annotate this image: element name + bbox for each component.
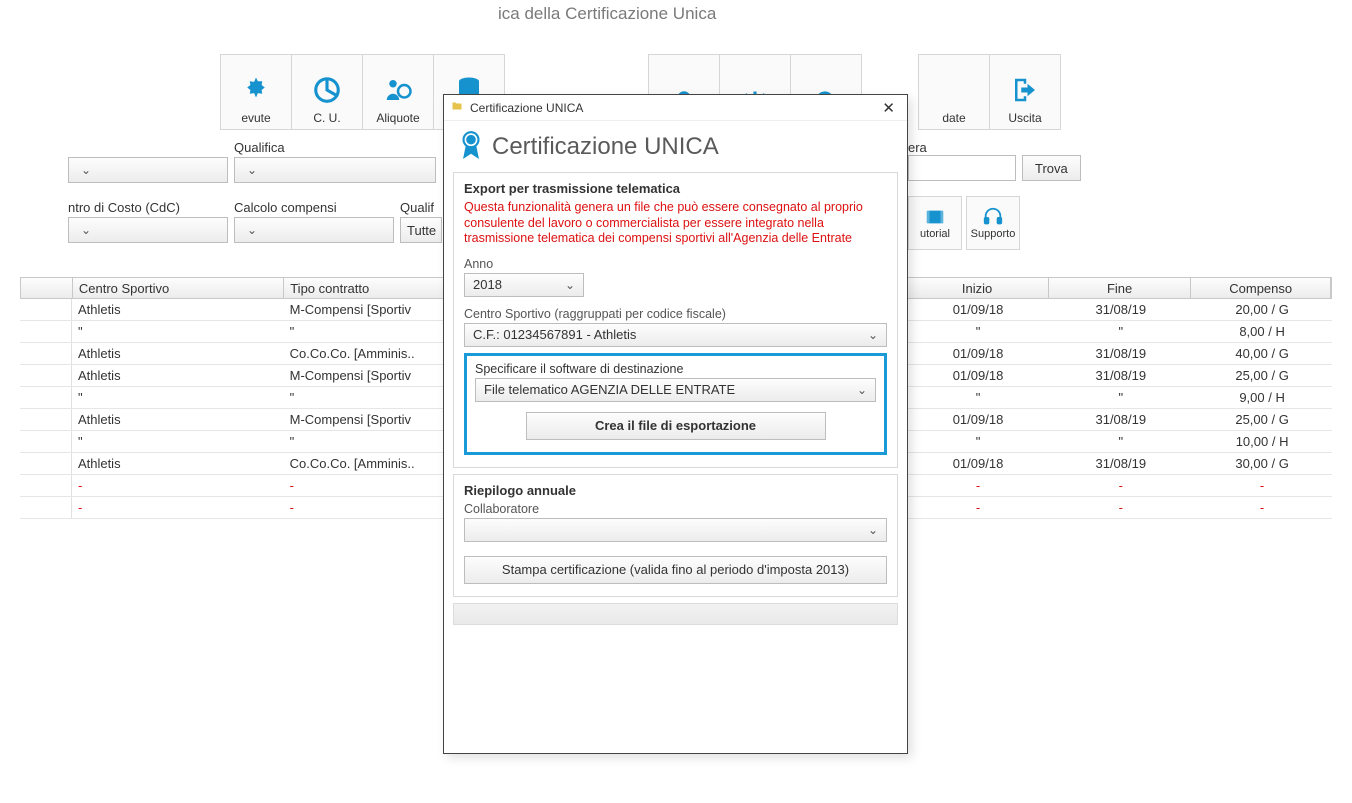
crea-file-button[interactable]: Crea il file di esportazione — [526, 412, 826, 440]
toolbar-label: date — [942, 111, 965, 125]
trova-button[interactable]: Trova — [1022, 155, 1081, 181]
col-compenso[interactable]: Compenso — [1191, 278, 1331, 298]
col-inizio[interactable]: Inizio — [906, 278, 1049, 298]
toolbar-label: evute — [241, 111, 270, 125]
modal-header: Certificazione UNICA — [444, 121, 907, 166]
riepilogo-title: Riepilogo annuale — [464, 483, 887, 498]
tutorial-button[interactable]: utorial — [908, 196, 962, 250]
exit-icon — [1008, 75, 1042, 105]
cdc-dropdown[interactable] — [68, 217, 228, 243]
chevron-down-icon — [862, 327, 878, 342]
collab-label: Collaboratore — [464, 502, 887, 516]
filter-row-2: ntro di Costo (CdC) Calcolo compensi Qua… — [68, 200, 448, 243]
chevron-down-icon — [862, 522, 878, 537]
ribbon-award-icon — [239, 75, 273, 105]
search-label-partial: era — [908, 140, 1081, 155]
chevron-down-icon — [851, 382, 867, 397]
toolbar-aliquote[interactable]: Aliquote — [362, 54, 434, 130]
centro-label: Centro Sportivo (raggruppati per codice … — [464, 307, 887, 321]
search-input[interactable] — [908, 155, 1016, 181]
film-icon — [922, 206, 948, 228]
dropdown-value: Tutte — [407, 223, 436, 238]
help-buttons: utorial Supporto — [908, 196, 1020, 250]
modal-heading: Certificazione UNICA — [492, 133, 719, 161]
piechart-icon — [310, 75, 344, 105]
col-fine[interactable]: Fine — [1049, 278, 1192, 298]
toolbar-exit[interactable]: Uscita — [989, 54, 1061, 130]
riepilogo-section: Riepilogo annuale Collaboratore Stampa c… — [453, 474, 898, 597]
qualifica-dropdown[interactable] — [234, 157, 436, 183]
page-title: ica della Certificazione Unica — [498, 4, 716, 24]
toolbar-label: C. U. — [313, 111, 340, 125]
close-button[interactable]: ✕ — [876, 99, 901, 117]
centro-dropdown[interactable]: C.F.: 01234567891 - Athletis — [464, 323, 887, 347]
person-circle-icon — [381, 75, 415, 105]
chevron-down-icon — [559, 277, 575, 292]
collab-dropdown[interactable] — [464, 518, 887, 542]
toolbar-label: Uscita — [1008, 111, 1041, 125]
anno-label: Anno — [464, 257, 887, 271]
toolbar-label: Aliquote — [376, 111, 419, 125]
dest-label: Specificare il software di destinazione — [475, 362, 876, 376]
toolbar-cu[interactable]: C. U. — [291, 54, 363, 130]
toolbar-right-2: date Uscita — [908, 54, 1060, 130]
filter-dropdown-1[interactable] — [68, 157, 228, 183]
dropdown-value: File telematico AGENZIA DELLE ENTRATE — [484, 382, 735, 397]
supporto-button[interactable]: Supporto — [966, 196, 1020, 250]
calcolo-label: Calcolo compensi — [234, 200, 394, 215]
certificazione-modal: Certificazione UNICA ✕ Certificazione UN… — [443, 94, 908, 754]
window-title: Certificazione UNICA — [470, 101, 583, 115]
col-centro[interactable]: Centro Sportivo — [73, 278, 284, 298]
calcolo-dropdown[interactable] — [234, 217, 394, 243]
button-label: Supporto — [971, 228, 1016, 240]
filter-row-1: Qualifica — [68, 140, 442, 183]
qualif-label: Qualif — [400, 200, 442, 215]
export-warning: Questa funzionalità genera un file che p… — [464, 200, 887, 247]
dropdown-value: C.F.: 01234567891 - Athletis — [473, 327, 636, 342]
col-tipo[interactable]: Tipo contratto — [284, 278, 448, 298]
toolbar-update[interactable]: date — [918, 54, 990, 130]
qualifica-label: Qualifica — [234, 140, 436, 155]
stampa-button[interactable]: Stampa certificazione (valida fino al pe… — [464, 556, 887, 584]
anno-dropdown[interactable]: 2018 — [464, 273, 584, 297]
dropdown-value: 2018 — [473, 277, 502, 292]
search-group: era Trova — [908, 140, 1081, 181]
toolbar-ricevute[interactable]: evute — [220, 54, 292, 130]
ribbon-icon — [458, 129, 484, 164]
qualif-dropdown[interactable]: Tutte — [400, 217, 442, 243]
cdc-label: ntro di Costo (CdC) — [68, 200, 228, 215]
folder-icon — [450, 100, 464, 115]
headset-icon — [980, 206, 1006, 228]
status-strip — [453, 603, 898, 625]
destination-highlight: Specificare il software di destinazione … — [464, 353, 887, 455]
dest-dropdown[interactable]: File telematico AGENZIA DELLE ENTRATE — [475, 378, 876, 402]
blank-icon — [949, 75, 959, 105]
export-section: Export per trasmissione telematica Quest… — [453, 172, 898, 468]
export-title: Export per trasmissione telematica — [464, 181, 887, 196]
modal-titlebar: Certificazione UNICA ✕ — [444, 95, 907, 121]
button-label: utorial — [920, 228, 950, 240]
